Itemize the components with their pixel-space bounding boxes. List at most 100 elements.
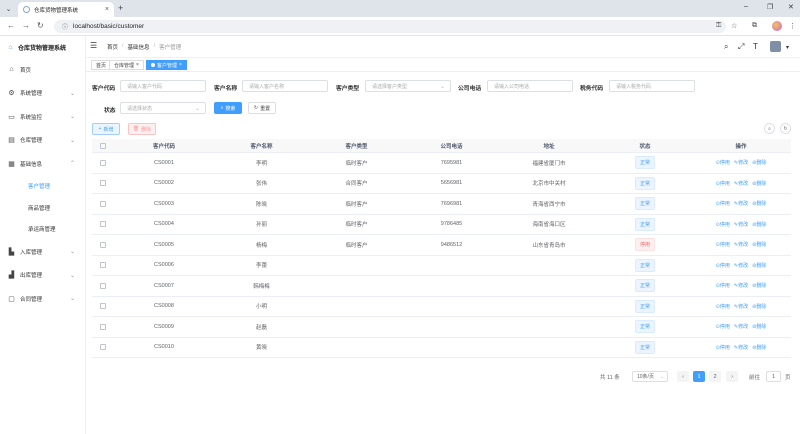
close-icon[interactable]: × xyxy=(179,62,182,68)
refresh-button[interactable]: ↻ xyxy=(780,123,791,134)
profile-avatar[interactable] xyxy=(772,21,782,31)
row-checkbox[interactable] xyxy=(92,241,114,248)
delete-link[interactable]: ⊘删除 xyxy=(752,323,766,330)
delete-link[interactable]: ⊘删除 xyxy=(752,200,766,207)
delete-link[interactable]: ⊘删除 xyxy=(752,221,766,228)
search-icon[interactable]: ⌕ xyxy=(724,42,728,52)
row-checkbox[interactable] xyxy=(92,180,114,187)
tag-home[interactable]: 首页 xyxy=(91,60,112,70)
tab-close-icon[interactable]: × xyxy=(105,6,109,13)
sidebar-item-system[interactable]: ⚙ 系统管理 ⌄ xyxy=(0,82,85,106)
font-size-icon[interactable]: T xyxy=(753,42,758,51)
edit-link[interactable]: ✎修改 xyxy=(734,200,748,207)
page-button[interactable]: 2 xyxy=(709,371,721,382)
customer-code-input[interactable]: 请输入客户代码 xyxy=(120,80,206,92)
browser-tab[interactable]: 仓库货物管理系统 × xyxy=(18,2,114,17)
row-checkbox[interactable] xyxy=(92,344,114,351)
back-icon[interactable]: ← xyxy=(7,21,15,30)
disable-link[interactable]: ⊙停用 xyxy=(716,200,730,207)
edit-link[interactable]: ✎修改 xyxy=(734,221,748,228)
new-tab-icon[interactable]: + xyxy=(118,3,123,13)
edit-link[interactable]: ✎修改 xyxy=(734,241,748,248)
row-checkbox[interactable] xyxy=(92,323,114,330)
select-all-checkbox[interactable] xyxy=(92,142,114,149)
add-button[interactable]: + 新增 xyxy=(92,123,120,135)
disable-link[interactable]: ⊙停用 xyxy=(716,303,730,310)
extensions-icon[interactable]: ⧉ xyxy=(752,22,757,30)
sidebar-subitem-goods[interactable]: 商品管理 xyxy=(0,197,85,219)
hamburger-icon[interactable]: ☰ xyxy=(90,41,97,50)
delete-link[interactable]: ⊘删除 xyxy=(752,282,766,289)
search-button[interactable]: ⌕ 搜索 xyxy=(214,102,242,114)
caret-down-icon[interactable]: ▾ xyxy=(786,44,789,51)
prev-page-button[interactable]: ‹ xyxy=(677,371,689,382)
key-icon[interactable]: ⚿ xyxy=(716,22,721,30)
sidebar-subitem-carrier[interactable]: 承运商管理 xyxy=(0,219,85,241)
status-select[interactable]: 请选择状态 ⌄ xyxy=(120,102,206,114)
disable-link[interactable]: ⊙停用 xyxy=(716,241,730,248)
disable-link[interactable]: ⊙停用 xyxy=(716,221,730,228)
delete-link[interactable]: ⊘删除 xyxy=(752,241,766,248)
customer-type-select[interactable]: 请选择客户类型 ⌄ xyxy=(365,80,451,92)
delete-button[interactable]: 🗑 删除 xyxy=(128,123,156,135)
delete-link[interactable]: ⊘删除 xyxy=(752,262,766,269)
delete-link[interactable]: ⊘删除 xyxy=(752,159,766,166)
disable-link[interactable]: ⊙停用 xyxy=(716,344,730,351)
tax-code-input[interactable]: 请输入税务代码 xyxy=(609,80,695,92)
row-checkbox[interactable] xyxy=(92,303,114,310)
delete-link[interactable]: ⊘删除 xyxy=(752,180,766,187)
disable-link[interactable]: ⊙停用 xyxy=(716,159,730,166)
sidebar-item-basic-info[interactable]: ▦ 基础信息 ⌃ xyxy=(0,152,85,176)
tag-warehouse[interactable]: 仓库管理 × xyxy=(109,60,144,70)
breadcrumb-item[interactable]: 首页 xyxy=(107,43,118,51)
goto-page-input[interactable]: 1 xyxy=(766,371,781,382)
disable-link[interactable]: ⊙停用 xyxy=(716,282,730,289)
maximize-icon[interactable]: ❐ xyxy=(767,3,773,11)
page-button[interactable]: 1 xyxy=(693,371,705,382)
row-checkbox[interactable] xyxy=(92,159,114,166)
minimize-icon[interactable]: – xyxy=(744,3,748,10)
sidebar-item-outbound[interactable]: ▟ 出库管理 ⌄ xyxy=(0,264,85,288)
delete-link[interactable]: ⊘删除 xyxy=(752,303,766,310)
sidebar-item-contract[interactable]: ▢ 合同管理 ⌄ xyxy=(0,287,85,311)
disable-link[interactable]: ⊙停用 xyxy=(716,323,730,330)
edit-link[interactable]: ✎修改 xyxy=(734,180,748,187)
site-info-icon[interactable]: ⓘ xyxy=(62,22,68,31)
reset-button[interactable]: ↻ 重置 xyxy=(248,102,276,114)
edit-link[interactable]: ✎修改 xyxy=(734,282,748,289)
company-phone-input[interactable]: 请输入公司电话 xyxy=(487,80,573,92)
edit-link[interactable]: ✎修改 xyxy=(734,262,748,269)
row-checkbox[interactable] xyxy=(92,200,114,207)
edit-link[interactable]: ✎修改 xyxy=(734,344,748,351)
close-window-icon[interactable]: ✕ xyxy=(788,3,794,11)
sidebar-subitem-customer[interactable]: 客户管理 xyxy=(0,176,85,198)
sidebar-item-home[interactable]: ⌂ 首页 xyxy=(0,58,85,82)
row-checkbox[interactable] xyxy=(92,221,114,228)
edit-link[interactable]: ✎修改 xyxy=(734,303,748,310)
fullscreen-icon[interactable]: ⤢ xyxy=(738,42,744,52)
avatar[interactable] xyxy=(770,41,781,52)
delete-link[interactable]: ⊘删除 xyxy=(752,344,766,351)
bookmark-star-icon[interactable]: ☆ xyxy=(731,22,737,30)
edit-link[interactable]: ✎修改 xyxy=(734,323,748,330)
tag-customer[interactable]: 客户管理 × xyxy=(146,60,187,70)
sidebar-item-warehouse[interactable]: ▤ 仓库管理 ⌄ xyxy=(0,129,85,153)
browser-menu-icon[interactable]: ⋮ xyxy=(789,22,796,30)
row-checkbox[interactable] xyxy=(92,282,114,289)
page-size-select[interactable]: 10条/页 ⌄ xyxy=(632,371,668,382)
reload-icon[interactable]: ↻ xyxy=(37,21,44,30)
url-field[interactable]: ⓘ localhost/basic/customer xyxy=(54,20,726,33)
close-icon[interactable]: × xyxy=(136,62,139,68)
disable-link[interactable]: ⊙停用 xyxy=(716,180,730,187)
toggle-search-button[interactable]: ⌕ xyxy=(764,123,775,134)
disable-link[interactable]: ⊙停用 xyxy=(716,262,730,269)
row-checkbox[interactable] xyxy=(92,262,114,269)
forward-icon[interactable]: → xyxy=(22,21,30,30)
sidebar-item-inbound[interactable]: ▙ 入库管理 ⌄ xyxy=(0,240,85,264)
next-page-button[interactable]: › xyxy=(726,371,738,382)
customer-name-input[interactable]: 请输入客户名称 xyxy=(242,80,328,92)
select-placeholder: 请选择状态 xyxy=(127,105,153,112)
sidebar-item-monitor[interactable]: ▭ 系统监控 ⌄ xyxy=(0,105,85,129)
tab-search-icon[interactable]: ⌄ xyxy=(3,3,14,14)
edit-link[interactable]: ✎修改 xyxy=(734,159,748,166)
